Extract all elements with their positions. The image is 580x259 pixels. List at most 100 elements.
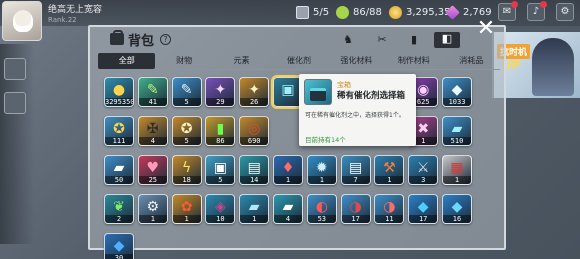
inventory-item[interactable]: ● 3295350: [104, 77, 134, 107]
item-count: 18: [172, 176, 201, 184]
help-icon[interactable]: ?: [160, 34, 171, 45]
item-icon: ▰: [282, 199, 294, 215]
inventory-item[interactable]: ⚙ 1: [137, 194, 168, 224]
view-toggle-icon[interactable]: ◧: [434, 32, 460, 48]
tab-6[interactable]: 消耗品: [443, 53, 500, 69]
item-count: 41: [138, 98, 167, 106]
inventory-item[interactable]: ▰ 4: [273, 194, 303, 224]
item-count: 1: [443, 176, 471, 184]
inventory-item[interactable]: ⚔ 3: [408, 155, 439, 185]
inventory-item[interactable]: ✠ 4: [137, 116, 168, 146]
inventory-item[interactable]: ✦ 29: [205, 77, 236, 107]
energy-display[interactable]: 86/88: [336, 4, 382, 20]
player-rank: Rank.22: [48, 16, 77, 24]
inventory-item[interactable]: ▣ 5: [205, 155, 236, 185]
tab-5[interactable]: 制作材料: [385, 53, 442, 69]
close-icon[interactable]: ✕: [474, 18, 498, 42]
item-count: 86: [206, 137, 235, 145]
inventory-item[interactable]: ▦ 1: [442, 155, 472, 185]
avatar[interactable]: [2, 1, 42, 41]
item-count: 1: [172, 215, 201, 223]
tab-0[interactable]: 全部: [98, 53, 156, 69]
inventory-item[interactable]: ❦ 2: [104, 194, 134, 224]
inventory-item[interactable]: ▰ 1: [239, 194, 270, 224]
inventory-item[interactable]: ✿ 1: [171, 194, 202, 224]
item-count: 29: [206, 98, 235, 106]
item-icon: ✦: [248, 82, 261, 98]
panel-title: 背包: [128, 34, 155, 49]
inventory-item[interactable]: ✹ 1: [306, 155, 337, 185]
inventory-item[interactable]: ✎ 5: [171, 77, 202, 107]
item-count: 1: [274, 176, 302, 184]
item-count: 510: [443, 137, 471, 145]
inventory-item[interactable]: ◆ 17: [408, 194, 439, 224]
inventory-item[interactable]: ◐ 53: [306, 194, 337, 224]
inventory-item[interactable]: ◈ 10: [205, 194, 236, 224]
item-icon: ✪: [180, 121, 193, 137]
item-icon: ▰: [113, 160, 125, 176]
settings-icon[interactable]: ⚙: [556, 3, 574, 21]
knight-filter-icon[interactable]: ♞: [340, 33, 356, 47]
inventory-item[interactable]: ♦ 1: [273, 155, 303, 185]
item-icon: ✠: [146, 121, 159, 137]
item-count: 2: [105, 215, 133, 223]
item-count: 5: [172, 137, 201, 145]
item-owned-count: 目前持有14个: [305, 136, 346, 144]
chest-icon: [304, 79, 332, 105]
tab-2[interactable]: 元素: [213, 53, 270, 69]
inventory-item[interactable]: ▤ 7: [340, 155, 371, 185]
card-filter-icon[interactable]: ▮: [406, 33, 422, 47]
inventory-item[interactable]: ▰ 510: [442, 116, 472, 146]
item-count: 111: [105, 137, 133, 145]
item-icon: ◈: [215, 199, 226, 215]
inventory-item[interactable]: ✪ 5: [171, 116, 202, 146]
gem-icon: [445, 4, 460, 20]
side-menu-button[interactable]: [4, 92, 26, 114]
inventory-item[interactable]: ◆ 1033: [442, 77, 472, 107]
bag-icon: [110, 30, 124, 45]
inventory-item[interactable]: ✦ 26: [239, 77, 270, 107]
inventory-item[interactable]: ▮ 86: [205, 116, 236, 146]
item-icon: ϟ: [181, 160, 192, 176]
inventory-item[interactable]: ▤ 14: [239, 155, 270, 185]
tab-4[interactable]: 强化材料: [328, 53, 385, 69]
item-detail-popup: 宝箱 稀有催化剂选择箱 可在稀有催化剂之中，选择获得1个。 目前持有14个: [299, 74, 416, 146]
item-count: 25: [138, 176, 167, 184]
tab-1[interactable]: 财物: [155, 53, 212, 69]
bell-icon[interactable]: ♪: [527, 1, 547, 21]
inventory-item[interactable]: ◆ 16: [442, 194, 472, 224]
inventory-item[interactable]: ⚒ 1: [374, 155, 405, 185]
inventory-item[interactable]: ♥ 25: [137, 155, 168, 185]
item-icon: ♦: [281, 160, 295, 176]
inventory-item[interactable]: ✪ 111: [104, 116, 134, 146]
inventory-item[interactable]: ◆ 30: [104, 233, 134, 259]
item-icon: ◆: [451, 199, 463, 215]
item-count: 17: [341, 215, 370, 223]
item-icon: ⚒: [383, 160, 396, 176]
tabs-divider: [98, 69, 500, 70]
inventory-item[interactable]: ◑ 17: [340, 194, 371, 224]
item-count: 5: [206, 176, 235, 184]
inventory-item[interactable]: ✎ 41: [137, 77, 168, 107]
item-icon: ⚔: [416, 160, 430, 176]
gold-coin-icon: [389, 5, 402, 19]
item-count: 5: [172, 98, 201, 106]
side-menu-button[interactable]: [4, 58, 26, 80]
item-name: 稀有催化剂选择箱: [337, 91, 406, 101]
item-icon: ◆: [113, 238, 125, 254]
item-icon: ✎: [180, 82, 193, 98]
item-icon: ◆: [417, 199, 429, 215]
energy-icon: [336, 5, 349, 19]
inventory-item[interactable]: ▰ 50: [104, 155, 134, 185]
craft-filter-icon[interactable]: ✂: [374, 33, 390, 47]
item-icon: ✪: [113, 121, 125, 137]
inventory-item[interactable]: ϟ 18: [171, 155, 202, 185]
item-count: 16: [443, 215, 471, 223]
item-count: 3: [409, 176, 438, 184]
inventory-item[interactable]: ◎ 690: [239, 116, 270, 146]
tab-3[interactable]: 催化剂: [270, 53, 327, 69]
stamina-display[interactable]: 5/5: [296, 4, 329, 20]
inventory-item[interactable]: ◑ 11: [374, 194, 405, 224]
item-icon: ▣: [281, 82, 295, 98]
mail-icon[interactable]: ✉: [498, 1, 518, 21]
